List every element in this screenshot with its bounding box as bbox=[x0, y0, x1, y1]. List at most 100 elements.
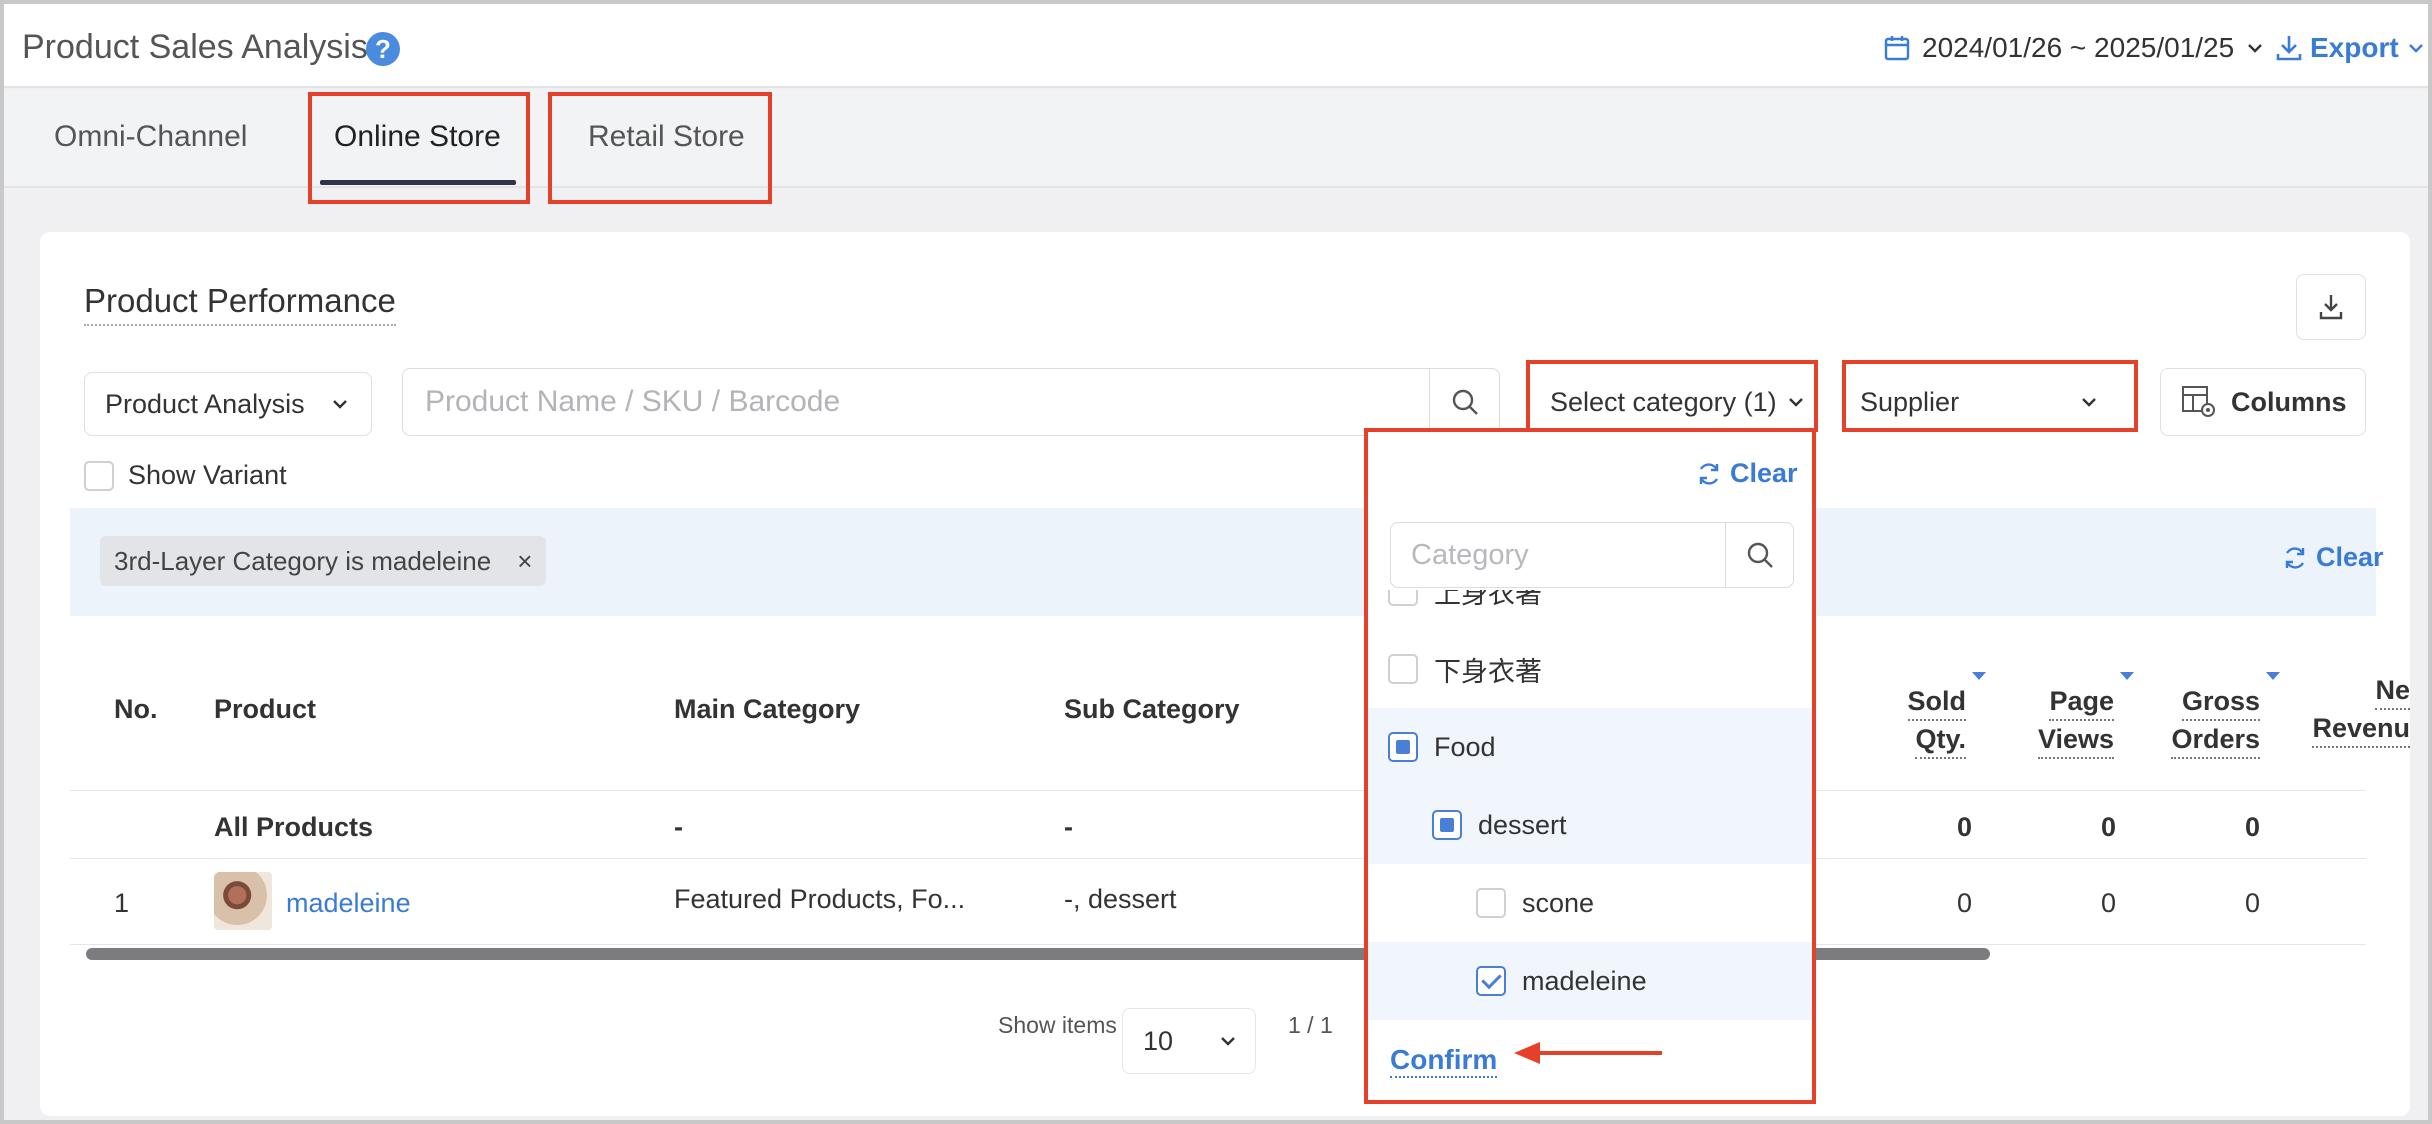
show-variant-checkbox[interactable] bbox=[84, 460, 114, 491]
category-search-button[interactable] bbox=[1725, 523, 1793, 587]
highlight-box-supplier-select bbox=[1842, 360, 2138, 432]
clear-label: Clear bbox=[2316, 542, 2384, 572]
active-filter-bar: 3rd-Layer Category is madeleine × Clear bbox=[70, 508, 2384, 616]
download-icon bbox=[2276, 36, 2302, 61]
table-cell-sub-category: - bbox=[1064, 812, 1073, 842]
columns-settings-icon bbox=[2182, 386, 2215, 417]
category-option-label: scone bbox=[1522, 887, 1595, 918]
column-header-gross-orders[interactable]: Gross Orders bbox=[2140, 672, 2280, 759]
search-icon bbox=[1452, 389, 1478, 415]
category-option[interactable]: Food bbox=[1368, 708, 1812, 786]
columns-button[interactable]: Columns bbox=[2160, 368, 2366, 436]
highlight-box-retail-store bbox=[548, 92, 772, 204]
category-option[interactable]: 下身衣著 bbox=[1368, 630, 1812, 708]
analysis-type-select[interactable]: Product Analysis bbox=[84, 372, 372, 436]
column-header-sold-qty[interactable]: Sold Qty. bbox=[1866, 672, 1986, 759]
table-cell-gross-orders: 0 bbox=[2244, 888, 2260, 918]
filter-chip: 3rd-Layer Category is madeleine × bbox=[100, 536, 547, 586]
product-thumbnail bbox=[214, 872, 272, 930]
category-option[interactable]: 上身衣著 bbox=[1368, 590, 1812, 630]
category-option[interactable]: madeleine bbox=[1368, 942, 1812, 1020]
download-icon bbox=[2319, 295, 2343, 320]
category-checkbox[interactable] bbox=[1432, 810, 1462, 840]
page-views-header-line2: Views bbox=[2037, 721, 2114, 759]
date-range-value: 2024/01/26 ~ 2025/01/25 bbox=[1922, 32, 2235, 63]
highlight-box-online-store bbox=[308, 92, 530, 204]
category-dropdown: Clear 上身衣著 下身衣著 Food dessert scone madel… bbox=[1364, 428, 1816, 1104]
question-circle-icon[interactable]: ? bbox=[366, 32, 400, 66]
category-checkbox[interactable] bbox=[1388, 590, 1418, 606]
table-cell-page-views: 0 bbox=[2100, 812, 2116, 842]
category-search-input[interactable] bbox=[1391, 523, 1727, 587]
category-list[interactable]: 上身衣著 下身衣著 Food dessert scone madeleine bbox=[1368, 590, 1812, 1028]
category-checkbox[interactable] bbox=[1388, 732, 1418, 762]
column-header-main-category: Main Category bbox=[674, 694, 861, 724]
sort-icon bbox=[2120, 672, 2134, 680]
export-button[interactable]: Export bbox=[2276, 28, 2425, 68]
search-button[interactable] bbox=[1429, 369, 1499, 435]
highlight-box-category-select bbox=[1526, 360, 1818, 432]
show-variant-toggle[interactable]: Show Variant bbox=[84, 460, 287, 491]
net-revenue-header-line2: Revenu bbox=[2312, 710, 2410, 748]
tab-omni-channel[interactable]: Omni-Channel bbox=[54, 120, 247, 154]
category-checkbox[interactable] bbox=[1476, 888, 1506, 918]
column-header-no: No. bbox=[114, 694, 158, 724]
product-link[interactable]: madeleine bbox=[286, 888, 411, 919]
show-items-label: Show items bbox=[998, 1012, 1117, 1038]
page-views-header-line1: Page bbox=[2049, 683, 2114, 721]
chevron-down-icon bbox=[2408, 44, 2423, 53]
product-search-input[interactable] bbox=[403, 369, 1433, 435]
columns-label: Columns bbox=[2231, 386, 2347, 417]
date-range-picker[interactable]: 2024/01/26 ~ 2025/01/25 bbox=[1884, 28, 2264, 68]
chevron-down-icon bbox=[333, 400, 347, 409]
category-option-label: 上身衣著 bbox=[1434, 590, 1542, 609]
dropdown-clear-button[interactable]: Clear bbox=[1696, 458, 1798, 489]
page-indicator: 1 / 1 bbox=[1288, 1012, 1333, 1038]
arrow-left-icon bbox=[1514, 1042, 1662, 1064]
category-option[interactable]: scone bbox=[1368, 864, 1812, 942]
category-option-label: Food bbox=[1434, 731, 1496, 762]
gross-orders-header-line2: Orders bbox=[2171, 721, 2260, 759]
category-option-label: 下身衣著 bbox=[1434, 656, 1542, 687]
dropdown-clear-label: Clear bbox=[1730, 458, 1798, 488]
confirm-button[interactable]: Confirm bbox=[1390, 1044, 1498, 1078]
sort-icon bbox=[1972, 672, 1986, 680]
category-option-label: dessert bbox=[1478, 809, 1567, 840]
analysis-type-value: Product Analysis bbox=[105, 388, 305, 419]
table-cell-sub-category: -, dessert bbox=[1064, 884, 1177, 914]
net-revenue-header-line1: Ne bbox=[2375, 672, 2410, 710]
table-cell-main-category: - bbox=[674, 812, 683, 842]
row-divider bbox=[70, 858, 2366, 859]
app-window: Product Sales Analysis ? 2024/01/26 ~ 20… bbox=[0, 0, 2432, 1124]
calendar-icon bbox=[1884, 36, 1910, 61]
table-cell-sold-qty: 0 bbox=[1956, 888, 1972, 918]
close-icon[interactable]: × bbox=[517, 546, 532, 577]
row-divider bbox=[70, 944, 2366, 945]
search-icon bbox=[1747, 542, 1773, 568]
column-header-page-views[interactable]: Page Views bbox=[2004, 672, 2134, 759]
download-button[interactable] bbox=[2296, 274, 2366, 340]
top-bar: Product Sales Analysis ? 2024/01/26 ~ 20… bbox=[4, 4, 2428, 88]
category-search bbox=[1390, 522, 1794, 588]
column-header-net-revenue[interactable]: Ne Revenu bbox=[2270, 672, 2410, 748]
refresh-icon bbox=[1699, 462, 1719, 485]
table-cell-sold-qty: 0 bbox=[1956, 812, 1972, 842]
table-cell-gross-orders: 0 bbox=[2244, 812, 2260, 842]
category-option-label: madeleine bbox=[1522, 965, 1647, 996]
table-cell-product: All Products bbox=[214, 812, 374, 842]
column-header-product: Product bbox=[214, 694, 317, 724]
refresh-icon bbox=[2285, 546, 2305, 569]
clear-filters-button[interactable]: Clear bbox=[2282, 542, 2384, 573]
category-checkbox[interactable] bbox=[1388, 654, 1418, 684]
page-size-select[interactable]: 10 bbox=[1122, 1008, 1256, 1074]
page-title: Product Sales Analysis bbox=[22, 28, 368, 66]
category-checkbox[interactable] bbox=[1476, 966, 1506, 996]
table-cell-page-views: 0 bbox=[2100, 888, 2116, 918]
filter-chip-label: 3rd-Layer Category is madeleine bbox=[114, 545, 492, 576]
category-option[interactable]: dessert bbox=[1368, 786, 1812, 864]
sold-qty-header-line2: Qty. bbox=[1915, 721, 1966, 759]
table-cell-main-category: Featured Products, Fo... bbox=[674, 884, 966, 914]
chevron-down-icon bbox=[2248, 44, 2263, 53]
chevron-down-icon bbox=[1221, 1037, 1235, 1046]
table-cell-no: 1 bbox=[114, 888, 130, 918]
